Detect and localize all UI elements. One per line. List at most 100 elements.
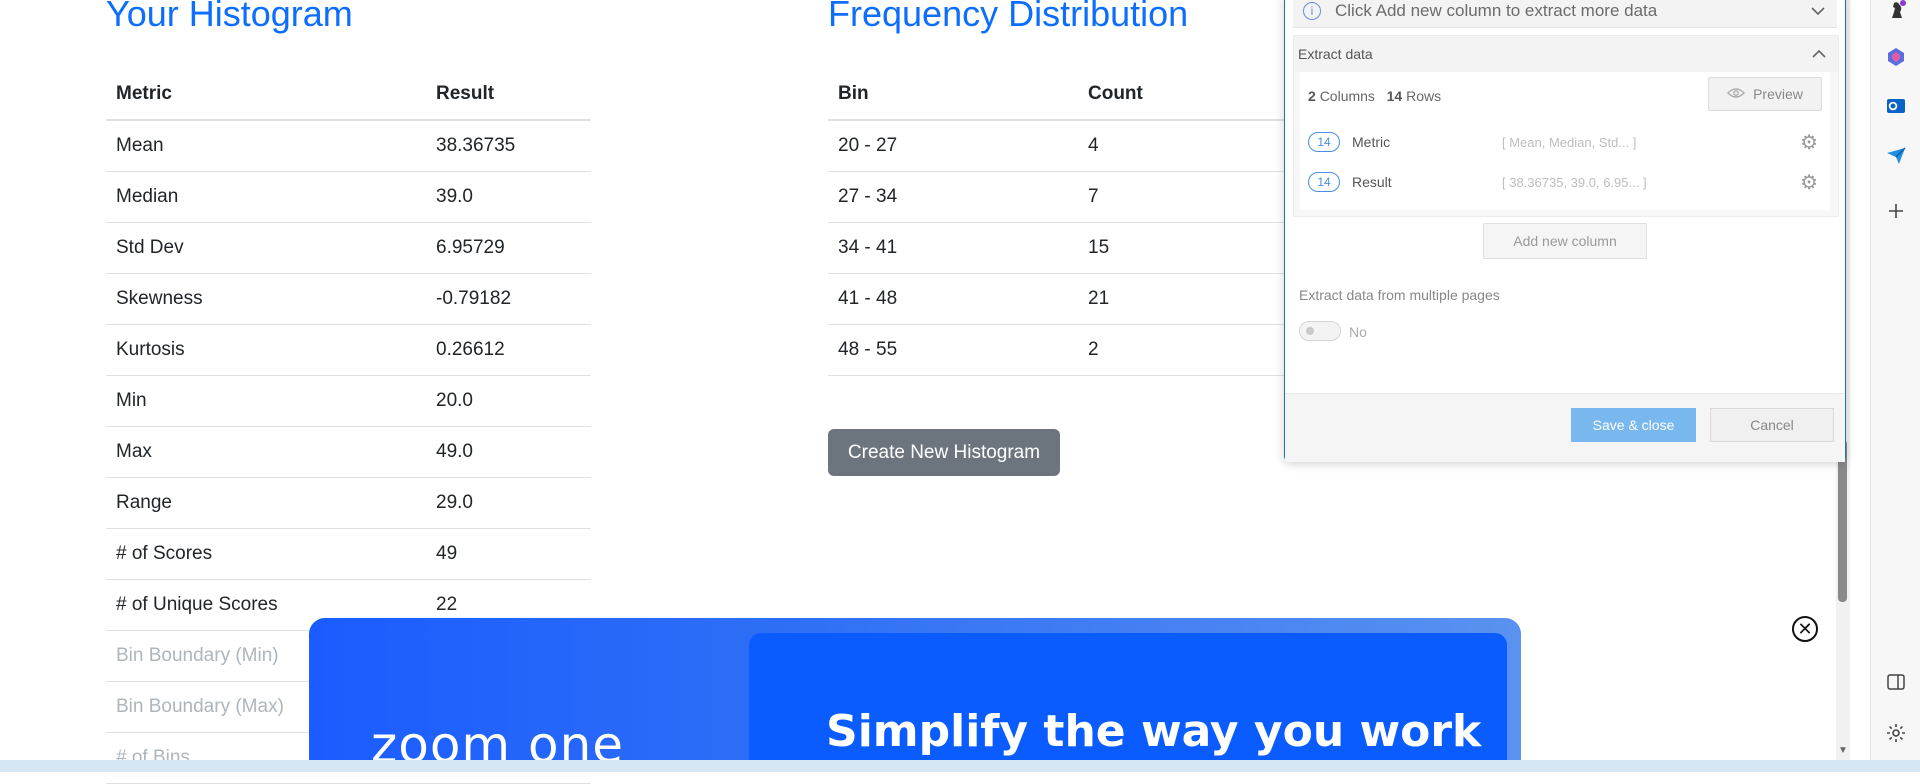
column-name: Result <box>1352 174 1392 190</box>
chess-icon[interactable] <box>1883 0 1909 22</box>
bin-cell: 20 - 27 <box>828 120 1078 172</box>
table-row: Median 39.0 <box>106 171 591 223</box>
bin-cell: 48 - 55 <box>828 324 1078 376</box>
column-row-result: 14 Result [ 38.36735, 39.0, 6.95... ] ⚙ <box>1308 167 1822 197</box>
column-header-metric: Metric <box>106 69 426 121</box>
section-title: Extract data <box>1298 46 1373 62</box>
info-bar[interactable]: i Click Add new column to extract more d… <box>1293 0 1837 28</box>
metric-cell: Kurtosis <box>106 324 426 376</box>
metric-cell: Min <box>106 375 426 427</box>
settings-icon[interactable] <box>1883 720 1909 746</box>
table-row: 41 - 48 21 <box>828 273 1298 325</box>
bin-cell: 27 - 34 <box>828 171 1078 223</box>
table-header-row: Bin Count <box>828 69 1298 121</box>
table-row: Kurtosis 0.26612 <box>106 324 591 376</box>
add-new-column-button[interactable]: Add new column <box>1483 223 1647 259</box>
bin-cell: 34 - 41 <box>828 222 1078 274</box>
section-header[interactable]: Extract data <box>1294 36 1838 72</box>
result-cell: 39.0 <box>426 171 591 223</box>
result-cell: 0.26612 <box>426 324 591 376</box>
rows-label: Rows <box>1406 88 1442 104</box>
gear-icon[interactable]: ⚙ <box>1800 130 1818 155</box>
table-row: 48 - 55 2 <box>828 324 1298 376</box>
column-name: Metric <box>1352 134 1391 150</box>
multi-pages-value: No <box>1349 324 1367 340</box>
chevron-up-icon[interactable] <box>1812 46 1826 62</box>
metric-cell: Mean <box>106 120 426 172</box>
result-cell: 38.36735 <box>426 120 591 172</box>
columns-count: 2 <box>1308 88 1316 104</box>
table-row: Mean 38.36735 <box>106 120 591 172</box>
copilot-icon[interactable] <box>1883 44 1909 70</box>
column-header-count: Count <box>1078 69 1298 121</box>
table-row: Max 49.0 <box>106 426 591 478</box>
result-cell: 49 <box>426 528 591 580</box>
table-row: Std Dev 6.95729 <box>106 222 591 274</box>
column-count-badge: 14 <box>1308 172 1340 192</box>
eye-icon <box>1727 86 1746 102</box>
bottom-strip <box>0 760 1920 772</box>
metric-cell: Std Dev <box>106 222 426 274</box>
column-count-badge: 14 <box>1308 132 1340 152</box>
send-icon[interactable] <box>1883 143 1909 169</box>
chevron-down-icon[interactable] <box>1811 3 1825 19</box>
column-row-metric: 14 Metric [ Mean, Median, Std... ] ⚙ <box>1308 127 1822 157</box>
table-row: Range 29.0 <box>106 477 591 529</box>
preview-button[interactable]: Preview <box>1708 77 1822 111</box>
metric-cell: Max <box>106 426 426 478</box>
result-cell: -0.79182 <box>426 273 591 325</box>
info-text: Click Add new column to extract more dat… <box>1335 1 1658 20</box>
create-new-histogram-button[interactable]: Create New Histogram <box>828 429 1060 476</box>
column-header-result: Result <box>426 69 591 121</box>
ad-banner[interactable]: zoom one Simplify the way you work <box>309 618 1521 772</box>
split-view-icon[interactable] <box>1883 669 1909 695</box>
count-cell: 4 <box>1078 120 1298 172</box>
ad-headline: Simplify the way you work <box>826 706 1482 757</box>
metric-cell: # of Scores <box>106 528 426 580</box>
column-values: [ Mean, Median, Std... ] <box>1502 134 1637 150</box>
column-header-bin: Bin <box>828 69 1078 121</box>
outlook-icon[interactable] <box>1883 93 1909 119</box>
table-row: 34 - 41 15 <box>828 222 1298 274</box>
column-values: [ 38.36735, 39.0, 6.95... ] <box>1502 174 1647 190</box>
gear-icon[interactable]: ⚙ <box>1800 170 1818 195</box>
toggle-knob <box>1306 327 1314 335</box>
count-cell: 21 <box>1078 273 1298 325</box>
metric-cell: Median <box>106 171 426 223</box>
table-row: # of Scores 49 <box>106 528 591 580</box>
extract-data-panel: i Click Add new column to extract more d… <box>1284 0 1846 462</box>
close-icon[interactable]: ✕ <box>1792 616 1818 642</box>
bin-cell: 41 - 48 <box>828 273 1078 325</box>
table-header-row: Metric Result <box>106 69 591 121</box>
count-cell: 7 <box>1078 171 1298 223</box>
columns-label: Columns <box>1319 88 1375 104</box>
multi-pages-label: Extract data from multiple pages <box>1299 287 1500 303</box>
table-row: 27 - 34 7 <box>828 171 1298 223</box>
table-row: Skewness -0.79182 <box>106 273 591 325</box>
browser-sidebar <box>1870 0 1920 772</box>
distribution-table: Bin Count 20 - 27 4 27 - 34 7 34 - 41 15 41… <box>828 69 1298 376</box>
rows-count: 14 <box>1386 88 1403 104</box>
extract-data-section: Extract data 2 Columns 14 Rows Preview 1… <box>1293 35 1839 217</box>
add-icon[interactable] <box>1883 198 1909 224</box>
section-body: 2 Columns 14 Rows Preview 14 Metric [ Me… <box>1300 72 1830 210</box>
result-cell: 20.0 <box>426 375 591 427</box>
result-cell: 49.0 <box>426 426 591 478</box>
metric-cell: Range <box>106 477 426 529</box>
extract-counts: 2 Columns 14 Rows <box>1308 88 1441 104</box>
scrollbar-thumb[interactable] <box>1838 440 1847 602</box>
table-row: 20 - 27 4 <box>828 120 1298 172</box>
result-cell: 29.0 <box>426 477 591 529</box>
count-cell: 2 <box>1078 324 1298 376</box>
count-cell: 15 <box>1078 222 1298 274</box>
panel-footer: Save & close Cancel <box>1285 393 1845 462</box>
save-close-button[interactable]: Save & close <box>1571 408 1696 442</box>
cancel-button[interactable]: Cancel <box>1710 408 1834 442</box>
info-icon: i <box>1303 2 1321 20</box>
result-cell: 6.95729 <box>426 222 591 274</box>
histogram-title: Your Histogram <box>106 0 353 34</box>
metric-cell: Skewness <box>106 273 426 325</box>
scroll-down-arrow-icon[interactable]: ▼ <box>1836 744 1850 758</box>
multi-pages-toggle[interactable] <box>1299 321 1341 341</box>
table-row: Min 20.0 <box>106 375 591 427</box>
